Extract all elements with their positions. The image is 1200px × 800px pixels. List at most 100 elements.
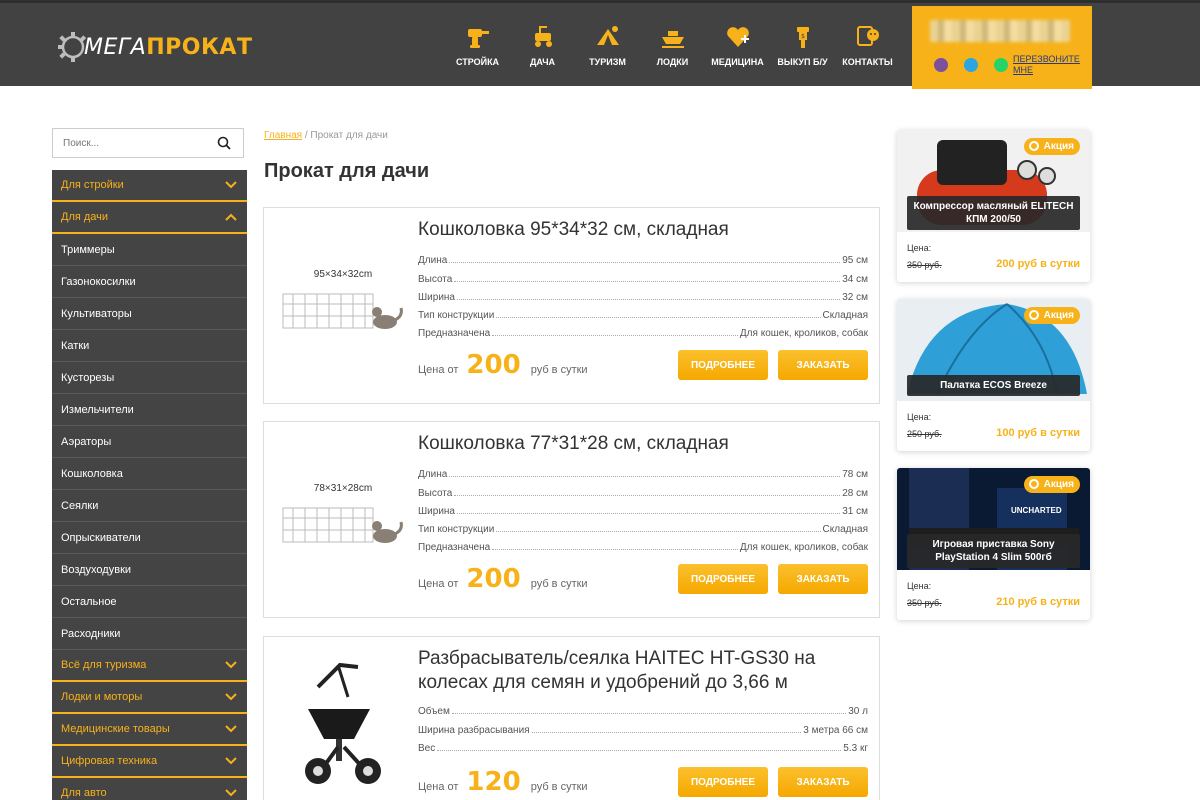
chevron-up-icon[interactable] <box>225 212 237 222</box>
product-card: 95×34×32cm Кошколовка 95*34*32 см, склад… <box>263 207 880 404</box>
more-button[interactable]: ПОДРОБНЕЕ <box>678 350 768 380</box>
sidebar-item[interactable]: Лодки и моторы <box>52 682 247 714</box>
cat-trap-image <box>282 507 403 543</box>
nav-item-kontakty[interactable]: КОНТАКТЫ <box>835 23 900 67</box>
sidebar-item[interactable]: Сеялки <box>52 490 247 522</box>
nav-item-stroyka[interactable]: СТРОЙКА <box>445 23 510 67</box>
promo-card[interactable]: Акция Палатка ECOS Breeze Цена: 250 руб.… <box>897 299 1090 451</box>
promo-badge: Акция <box>1023 138 1080 155</box>
nav-item-medicina[interactable]: МЕДИЦИНА <box>705 23 770 67</box>
spec-row: Предназначена Для кошек, кроликов, собак <box>418 328 868 340</box>
chat-icon <box>856 26 879 46</box>
chevron-down-icon[interactable] <box>225 724 237 734</box>
sidebar-item[interactable]: Остальное <box>52 586 247 618</box>
chevron-down-icon[interactable] <box>225 788 237 798</box>
sidebar-item-label: Газонокосилки <box>61 275 136 288</box>
sidebar-item-label: Опрыскиватели <box>61 531 141 544</box>
nav-label: МЕДИЦИНА <box>711 57 764 67</box>
promo-badge: Акция <box>1023 476 1080 493</box>
search-icon[interactable] <box>217 136 231 150</box>
whatsapp-icon[interactable] <box>994 58 1008 72</box>
promo-name: Компрессор масляный ELITECH КПМ 200/50 <box>907 196 1080 230</box>
logo-mega: МЕГА <box>84 34 147 60</box>
tent-icon <box>596 26 619 45</box>
sidebar-item[interactable]: Воздуходувки <box>52 554 247 586</box>
sidebar-item[interactable]: Кошколовка <box>52 458 247 490</box>
sidebar-item-label: Для дачи <box>61 211 109 223</box>
sidebar-item[interactable]: Цифровая техника <box>52 746 247 778</box>
sidebar-item-label: Катки <box>61 339 90 352</box>
product-image[interactable] <box>278 647 408 797</box>
sidebar-item-label: Воздуходувки <box>61 563 132 576</box>
spec-row: Высота 28 см <box>418 487 868 499</box>
sidebar-item[interactable]: Для стройки <box>52 170 247 202</box>
spec-row: Длина 95 см <box>418 255 868 267</box>
nav-item-dacha[interactable]: ДАЧА <box>510 23 575 67</box>
svg-text:$: $ <box>801 33 805 40</box>
sidebar-item[interactable]: Триммеры <box>52 234 247 266</box>
spec-row: Тип конструкции Складная <box>418 524 868 536</box>
callback-link[interactable]: ПЕРЕЗВОНИТЕ МНЕ <box>1013 54 1088 76</box>
sidebar-item[interactable]: Всё для туризма <box>52 650 247 682</box>
product-image[interactable]: 78×31×28cm <box>278 440 408 590</box>
nav-item-turizm[interactable]: ТУРИЗМ <box>575 23 640 67</box>
sidebar-item[interactable]: Катки <box>52 330 247 362</box>
spec-row: Объем 30 л <box>418 706 868 718</box>
promo-old-price: 350 руб. <box>907 598 942 608</box>
sidebar-item[interactable]: Для дачи <box>52 202 247 234</box>
order-button[interactable]: ЗАКАЗАТЬ <box>778 564 868 594</box>
nav-item-lodki[interactable]: ЛОДКИ <box>640 23 705 67</box>
product-specs: Объем 30 л Ширина разбрасывания 3 метра 66… <box>418 699 868 754</box>
sidebar-item[interactable]: Медицинские товары <box>52 714 247 746</box>
chevron-down-icon[interactable] <box>225 180 237 190</box>
viber-icon[interactable] <box>934 58 948 72</box>
site-logo[interactable]: МЕГАПРОКАТ <box>56 27 252 67</box>
product-title[interactable]: Кошколовка 77*31*28 см, складная <box>418 432 868 456</box>
promo-name: Игровая приставка Sony PlayStation 4 Sli… <box>907 534 1080 568</box>
sidebar-item[interactable]: Аэраторы <box>52 426 247 458</box>
chevron-down-icon[interactable] <box>225 692 237 702</box>
telegram-icon[interactable] <box>964 58 978 72</box>
sidebar-item[interactable]: Опрыскиватели <box>52 522 247 554</box>
phone-number-blurred[interactable] <box>930 20 1070 42</box>
product-image[interactable]: 95×34×32cm <box>278 226 408 376</box>
contact-box: ПЕРЕЗВОНИТЕ МНЕ <box>912 6 1092 89</box>
sidebar-item-label: Для авто <box>61 787 107 799</box>
product-title[interactable]: Разбрасыватель/сеялка HAITEC HT-GS30 на … <box>418 647 868 695</box>
chevron-down-icon[interactable] <box>225 660 237 670</box>
search-input[interactable] <box>53 137 213 149</box>
boat-icon <box>661 31 684 48</box>
promo-name: Палатка ECOS Breeze <box>907 375 1080 396</box>
game-box-title: UNCHARTED <box>1011 506 1062 515</box>
product-title[interactable]: Кошколовка 95*34*32 см, складная <box>418 218 868 242</box>
nav-item-vykup[interactable]: $ ВЫКУП Б/У <box>770 23 835 67</box>
cat-trap-image <box>282 293 403 329</box>
promo-old-price: 350 руб. <box>907 260 942 270</box>
gear-logo-icon <box>58 32 87 62</box>
promo-card[interactable]: Акция Компрессор масляный ELITECH КПМ 20… <box>897 130 1090 282</box>
promo-badge: Акция <box>1023 307 1080 324</box>
sidebar-item-label: Для стройки <box>61 179 124 191</box>
logo-prokat: ПРОКАТ <box>146 34 253 60</box>
more-button[interactable]: ПОДРОБНЕЕ <box>678 767 768 797</box>
sidebar-item[interactable]: Расходники <box>52 618 247 650</box>
sidebar-item[interactable]: Культиваторы <box>52 298 247 330</box>
promo-card[interactable]: UNCHARTED Акция Игровая приставка Sony P… <box>897 468 1090 620</box>
more-button[interactable]: ПОДРОБНЕЕ <box>678 564 768 594</box>
sidebar-item[interactable]: Кусторезы <box>52 362 247 394</box>
chevron-down-icon[interactable] <box>225 756 237 766</box>
sidebar-item-label: Медицинские товары <box>61 723 170 735</box>
price-value: 120 <box>466 767 521 797</box>
order-button[interactable]: ЗАКАЗАТЬ <box>778 350 868 380</box>
sidebar-item[interactable]: Для авто <box>52 778 247 800</box>
sidebar-item[interactable]: Газонокосилки <box>52 266 247 298</box>
order-button[interactable]: ЗАКАЗАТЬ <box>778 767 868 797</box>
sidebar-item[interactable]: Измельчители <box>52 394 247 426</box>
breadcrumb: Главная / Прокат для дачи <box>264 130 388 141</box>
breadcrumb-home[interactable]: Главная <box>264 130 302 141</box>
price-line: Цена от 200 руб в сутки <box>418 564 588 594</box>
breadcrumb-current: Прокат для дачи <box>310 130 388 141</box>
sidebar-item-label: Лодки и моторы <box>61 691 143 703</box>
sidebar-item-label: Остальное <box>61 595 117 608</box>
nav-label: СТРОЙКА <box>455 57 500 67</box>
